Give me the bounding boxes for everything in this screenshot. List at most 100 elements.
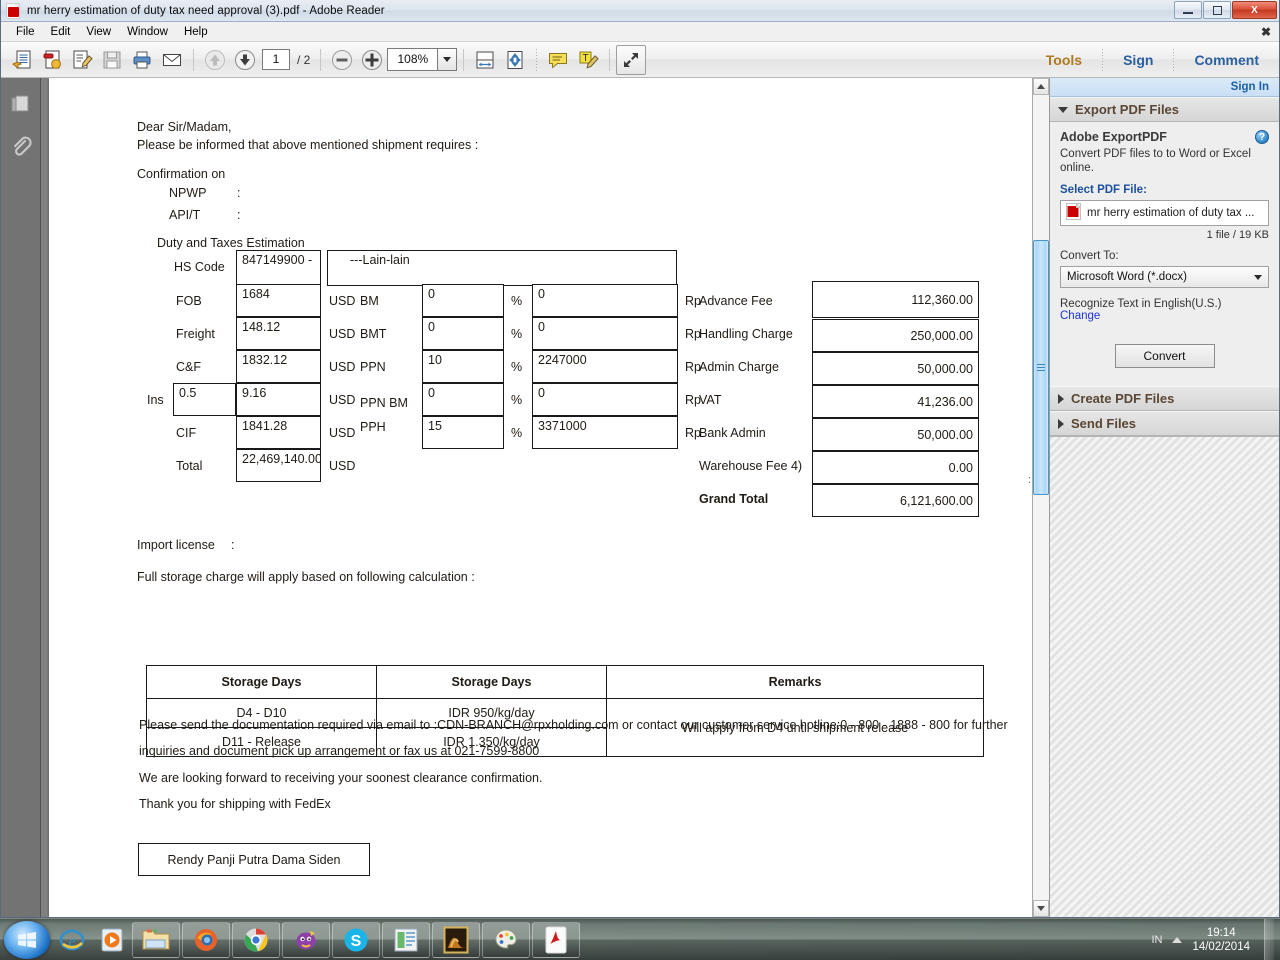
save-icon[interactable] [97, 45, 127, 75]
fit-width-icon[interactable] [470, 45, 500, 75]
toolbar-separator [536, 48, 538, 71]
pdf-file-icon [1066, 202, 1082, 223]
paint-icon[interactable] [482, 921, 530, 958]
freight-label: Freight [176, 327, 215, 341]
zoom-dropdown-button[interactable] [437, 48, 458, 71]
doc-intro: Please be informed that above mentioned … [137, 138, 479, 152]
read-mode-icon[interactable] [616, 44, 647, 75]
menu-view[interactable]: View [79, 24, 118, 40]
firefox-icon[interactable] [182, 921, 230, 958]
highlight-text-icon[interactable]: T [573, 45, 603, 75]
powerpoint-icon[interactable] [382, 921, 430, 958]
closing-line-2: inquiries and document pick up arrangeme… [139, 744, 540, 758]
close-document-icon[interactable]: ✖ [1261, 25, 1271, 39]
page-thumbnails-icon[interactable] [8, 92, 34, 118]
main-toolbar: 1 / 2 108% T Tools Sign Comment [1, 42, 1279, 78]
yahoo-messenger-icon[interactable] [282, 921, 330, 958]
restore-button[interactable] [1203, 1, 1231, 19]
ppn-percent-symbol: % [511, 360, 523, 374]
email-icon[interactable] [157, 45, 187, 75]
pdf-page-content: Dear Sir/Madam, Please be informed that … [49, 78, 1032, 917]
previous-page-icon[interactable] [200, 45, 230, 75]
menu-window[interactable]: Window [120, 24, 175, 40]
menu-help[interactable]: Help [177, 24, 215, 40]
scroll-up-button[interactable] [1033, 78, 1049, 95]
page-number-input[interactable]: 1 [262, 49, 290, 70]
zoom-in-icon[interactable] [357, 45, 387, 75]
comment-button[interactable]: Comment [1180, 52, 1273, 68]
export-pdf-section-header[interactable]: Export PDF Files [1050, 97, 1279, 122]
show-desktop-button[interactable] [1264, 918, 1274, 960]
export-pdf-product-title: Adobe ExportPDF [1060, 130, 1167, 144]
close-button[interactable]: X [1232, 1, 1277, 19]
create-pdf-section-header[interactable]: Create PDF Files [1050, 386, 1279, 411]
remarks-header: Remarks [606, 665, 984, 699]
change-language-link[interactable]: Change [1060, 310, 1269, 322]
sign-button[interactable]: Sign [1109, 52, 1167, 68]
page-total-label: / 2 [297, 52, 311, 67]
show-hidden-icons-icon[interactable] [1172, 936, 1183, 943]
help-icon[interactable]: ? [1255, 130, 1269, 144]
internet-explorer-icon[interactable]: e [54, 922, 90, 958]
scrollbar-track[interactable] [1033, 95, 1049, 900]
adobe-reader-icon[interactable] [532, 921, 580, 958]
open-file-icon[interactable] [7, 45, 37, 75]
storage-days-header-1: Storage Days [146, 665, 377, 699]
chrome-icon[interactable] [232, 921, 280, 958]
bank-admin-value: 50,000.00 [812, 418, 979, 451]
document-viewport[interactable]: Dear Sir/Madam, Please be informed that … [41, 78, 1032, 917]
closing-line-1: Please send the documentation required v… [139, 718, 1008, 732]
zoom-out-icon[interactable] [327, 45, 357, 75]
cif-unit: USD [329, 426, 356, 440]
ins-unit: USD [329, 393, 356, 407]
cif-label: CIF [176, 426, 197, 440]
file-explorer-icon[interactable] [132, 921, 180, 958]
fob-value: 1684 [236, 284, 321, 317]
total-value: 22,469,140.00 [236, 449, 321, 482]
edit-pdf-icon[interactable] [67, 45, 97, 75]
photo-viewer-icon[interactable] [432, 921, 480, 958]
signature-name-box: Rendy Panji Putra Dama Siden [138, 843, 370, 876]
toolbar-separator [193, 48, 194, 71]
menu-edit[interactable]: Edit [44, 24, 78, 40]
language-indicator[interactable]: IN [1151, 934, 1162, 946]
windows-taskbar: e S IN 19:14 14/02/2014 [0, 918, 1280, 960]
tools-button[interactable]: Tools [1032, 52, 1096, 68]
svg-text:T: T [583, 53, 589, 64]
attachments-icon[interactable] [8, 134, 34, 160]
grand-total-value: 6,121,600.00 [812, 484, 979, 517]
sticky-note-icon[interactable] [543, 45, 573, 75]
menu-file[interactable]: File [9, 24, 42, 40]
next-page-icon[interactable] [230, 45, 260, 75]
system-tray: IN 19:14 14/02/2014 [1151, 918, 1280, 960]
ppnbm-label: PPN BM [360, 396, 408, 410]
send-files-section-header[interactable]: Send Files [1050, 411, 1279, 436]
clock-time: 19:14 [1206, 926, 1236, 939]
convert-to-select[interactable]: Microsoft Word (*.docx) [1060, 266, 1269, 288]
scrollbar-thumb[interactable] [1033, 240, 1049, 495]
svg-text:e: e [69, 934, 76, 950]
minimize-button[interactable] [1174, 1, 1202, 19]
selected-file-field[interactable]: mr herry estimation of duty tax ... [1060, 200, 1269, 226]
create-pdf-icon[interactable] [37, 45, 67, 75]
table-header-row: Storage Days Storage Days Remarks [146, 665, 984, 699]
clock[interactable]: 19:14 14/02/2014 [1192, 926, 1254, 954]
convert-button[interactable]: Convert [1114, 344, 1215, 368]
toolbar-separator [609, 48, 611, 71]
bm-amount: 0 [532, 284, 678, 317]
chevron-down-icon [1254, 274, 1262, 280]
freight-unit: USD [329, 327, 356, 341]
start-button[interactable] [4, 920, 50, 959]
window-controls: X [1174, 1, 1277, 19]
fit-page-icon[interactable] [500, 45, 530, 75]
vertical-scrollbar[interactable] [1032, 78, 1049, 917]
windows-media-player-icon[interactable] [94, 922, 130, 958]
bmt-percent: 0 [422, 317, 504, 350]
skype-icon[interactable]: S [332, 921, 380, 958]
convert-to-value: Microsoft Word (*.docx) [1067, 271, 1187, 283]
zoom-level-input[interactable]: 108% [387, 48, 438, 71]
sign-in-link[interactable]: Sign In [1231, 81, 1269, 93]
ppnbm-percent: 0 [422, 383, 504, 416]
print-icon[interactable] [127, 45, 157, 75]
scroll-down-button[interactable] [1033, 900, 1049, 917]
